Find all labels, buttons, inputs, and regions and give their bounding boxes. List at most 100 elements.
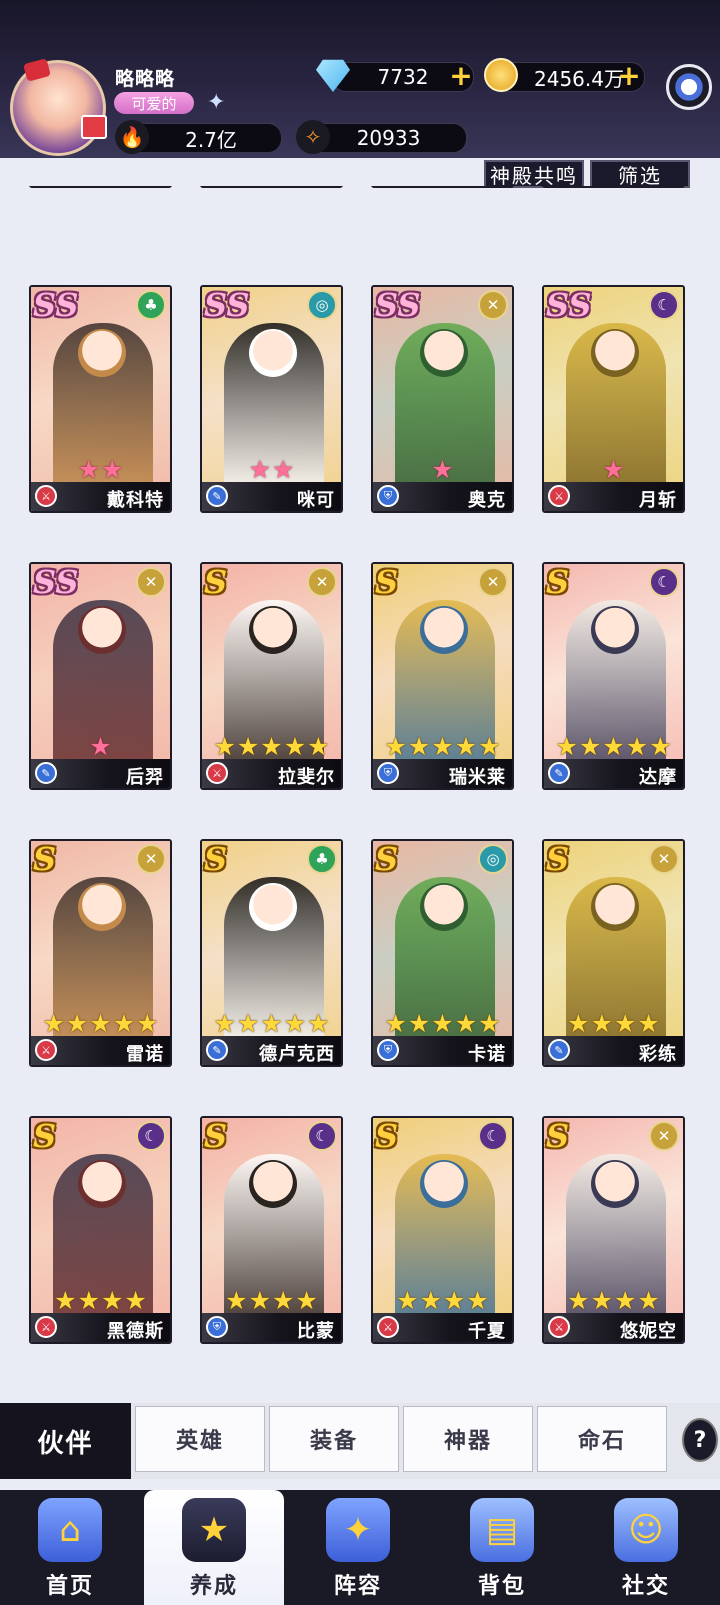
hero-card[interactable]: S ♣ ★ ★ ★ ★ ★ ✎ 德卢克西 (200, 839, 343, 1067)
add-diamonds-button[interactable]: + (449, 62, 473, 90)
hero-head (591, 883, 639, 931)
hero-card[interactable]: S ✕ ★ ★ ★ ★ ★ ⛨ 瑞米莱 (371, 562, 514, 790)
sword-class-icon: ⚔ (377, 160, 399, 182)
star-icon: ★ (384, 1009, 407, 1038)
home-icon: ⌂ (38, 1498, 102, 1562)
hero-name-bar: ⚔ 拉斐尔 (202, 759, 341, 788)
wind-faction-icon: ◎ (307, 290, 337, 320)
tab-heroes[interactable]: 英雄 (135, 1406, 265, 1472)
hero-name: 比蒙 (297, 1321, 335, 1342)
hero-grade-badge: SS (546, 286, 592, 324)
moon-faction-icon: ☾ (478, 1121, 508, 1151)
wand-class-icon: ✎ (206, 485, 228, 507)
hero-card[interactable]: S ◎ ★ ★ ★ ★ ★ ⛨ 卡诺 (371, 839, 514, 1067)
sword-class-icon: ⚔ (35, 1316, 57, 1338)
star-icon: ★ (590, 1286, 613, 1315)
star-icon: ★ (478, 1009, 501, 1038)
player-avatar[interactable] (10, 58, 107, 156)
hero-star-rating: ★ ★ ★ ★ ★ (31, 1011, 170, 1036)
hero-name: 黑德斯 (107, 1321, 164, 1342)
sword-class-icon: ⚔ (206, 762, 228, 784)
nav-label: 养成 (189, 1574, 238, 1599)
nav-formation[interactable]: ✦ 阵容 (288, 1490, 428, 1605)
sword-class-icon: ⚔ (548, 1316, 570, 1338)
hero-head (420, 883, 468, 931)
star-icon: ★ (89, 732, 112, 761)
nav-cultivate[interactable]: ★ 养成 (144, 1490, 284, 1605)
star-icon: ★ (466, 1286, 489, 1315)
hero-name: 德卢克西 (259, 1044, 335, 1065)
star-icon: ★ (578, 732, 602, 761)
temple-resonance-button[interactable]: 神殿共鸣 (484, 160, 584, 188)
tab-partners[interactable]: 伙伴 (0, 1403, 131, 1479)
hero-card[interactable]: SS ✕ ★ ⛨ 奥克 (371, 285, 514, 513)
hero-card[interactable]: S ☾ ★ ★ ★ ★ ⚔ 千夏 (371, 1116, 514, 1344)
help-button[interactable]: ? (682, 1418, 718, 1462)
star-icon: ★ (649, 732, 672, 761)
star-icon: ★ (307, 732, 330, 761)
star-icon: ★ (614, 1286, 637, 1315)
hero-card[interactable]: SS ☾ ★ ⚔ 月斩 (542, 285, 685, 513)
add-gold-button[interactable]: + (617, 62, 641, 90)
hero-head (420, 606, 468, 654)
nav-home[interactable]: ⌂ 首页 (0, 1490, 140, 1605)
hero-card[interactable]: S ✕ ★ ★ ★ ★ ✎ 彩练 (542, 839, 685, 1067)
star-icon: ★ (101, 455, 124, 484)
hero-grade-badge: S (375, 840, 399, 878)
tab-artifacts[interactable]: 神器 (403, 1406, 533, 1472)
hero-name-bar: ✎ 咪可 (202, 482, 341, 511)
star-icon: ★ (136, 1009, 159, 1038)
filter-button[interactable]: 筛选 (590, 160, 690, 188)
wand-class-icon: ✎ (35, 762, 57, 784)
hero-card[interactable]: S ✕ ★ ★ ★ ★ ⚔ 悠妮空 (542, 1116, 685, 1344)
hero-card[interactable]: S ☾ ★ ★ ★ ★ ⛨ 比蒙 (200, 1116, 343, 1344)
fire-icon: 🔥 (115, 120, 149, 154)
hero-name: 咪可 (297, 490, 335, 511)
nav-label: 社交 (621, 1574, 670, 1599)
light-faction-icon: ✕ (478, 567, 508, 597)
light-faction-icon: ✕ (478, 290, 508, 320)
hero-name: 月斩 (639, 490, 677, 511)
light-faction-icon: ✕ (136, 844, 166, 874)
tab-equipment[interactable]: 装备 (269, 1406, 399, 1472)
star-icon: ★ (236, 732, 260, 761)
star-icon: ★ (225, 1286, 248, 1315)
tab-fate-stones[interactable]: 命石 (537, 1406, 667, 1472)
star-icon: ★ (42, 1009, 65, 1038)
star-icon: ★ (567, 1286, 590, 1315)
hero-name-bar: ✎ 德卢克西 (202, 1036, 341, 1065)
hero-grade-badge: SS (33, 286, 79, 324)
hero-card[interactable]: SS ♣ ★ ★ ⚔ 戴科特 (29, 285, 172, 513)
hero-name: 戴科特 (107, 490, 164, 511)
hero-star-rating: ★ ★ ★ ★ ★ (202, 734, 341, 759)
settings-gear-icon[interactable] (666, 64, 712, 110)
shield-class-icon: ⛨ (377, 1039, 399, 1061)
hero-head (591, 329, 639, 377)
nav-social[interactable]: ☺ 社交 (576, 1490, 716, 1605)
gold-value: 2456.4万 (534, 66, 624, 91)
hero-name-bar: ⚔ 黑德斯 (31, 1313, 170, 1342)
player-name: 略略略 (115, 68, 176, 90)
hero-name: 瑞米莱 (449, 767, 506, 788)
hero-star-rating: ★ ★ ★ ★ (544, 1288, 683, 1313)
hero-grade-badge: SS (204, 286, 250, 324)
hero-card[interactable]: S ✕ ★ ★ ★ ★ ★ ⚔ 拉斐尔 (200, 562, 343, 790)
star-icon: ★ (54, 1286, 77, 1315)
sword-class-icon: ⚔ (35, 485, 57, 507)
hero-name-bar: ⛨ 羽立 (31, 157, 170, 186)
hero-grade-badge: S (33, 1117, 57, 1155)
hero-card[interactable]: S ☾ ★ ★ ★ ★ ⚔ 黑德斯 (29, 1116, 172, 1344)
hero-grade-badge: S (204, 840, 228, 878)
star-icon: ★ (213, 732, 236, 761)
hero-head (78, 606, 126, 654)
hero-star-rating: ★ ★ ★ ★ (373, 1288, 512, 1313)
star-icon: ★ (431, 732, 454, 761)
hero-card[interactable]: SS ◎ ★ ★ ✎ 咪可 (200, 285, 343, 513)
hero-card[interactable]: SS ✕ ★ ✎ 后羿 (29, 562, 172, 790)
hero-name-bar: ⛨ 卡诺 (373, 1036, 512, 1065)
star-icon: ★ (384, 732, 407, 761)
hero-card[interactable]: S ✕ ★ ★ ★ ★ ★ ⚔ 雷诺 (29, 839, 172, 1067)
nav-backpack[interactable]: ▤ 背包 (432, 1490, 572, 1605)
hero-card[interactable]: S ☾ ★ ★ ★ ★ ★ ✎ 达摩 (542, 562, 685, 790)
star-icon: ★ (625, 732, 649, 761)
